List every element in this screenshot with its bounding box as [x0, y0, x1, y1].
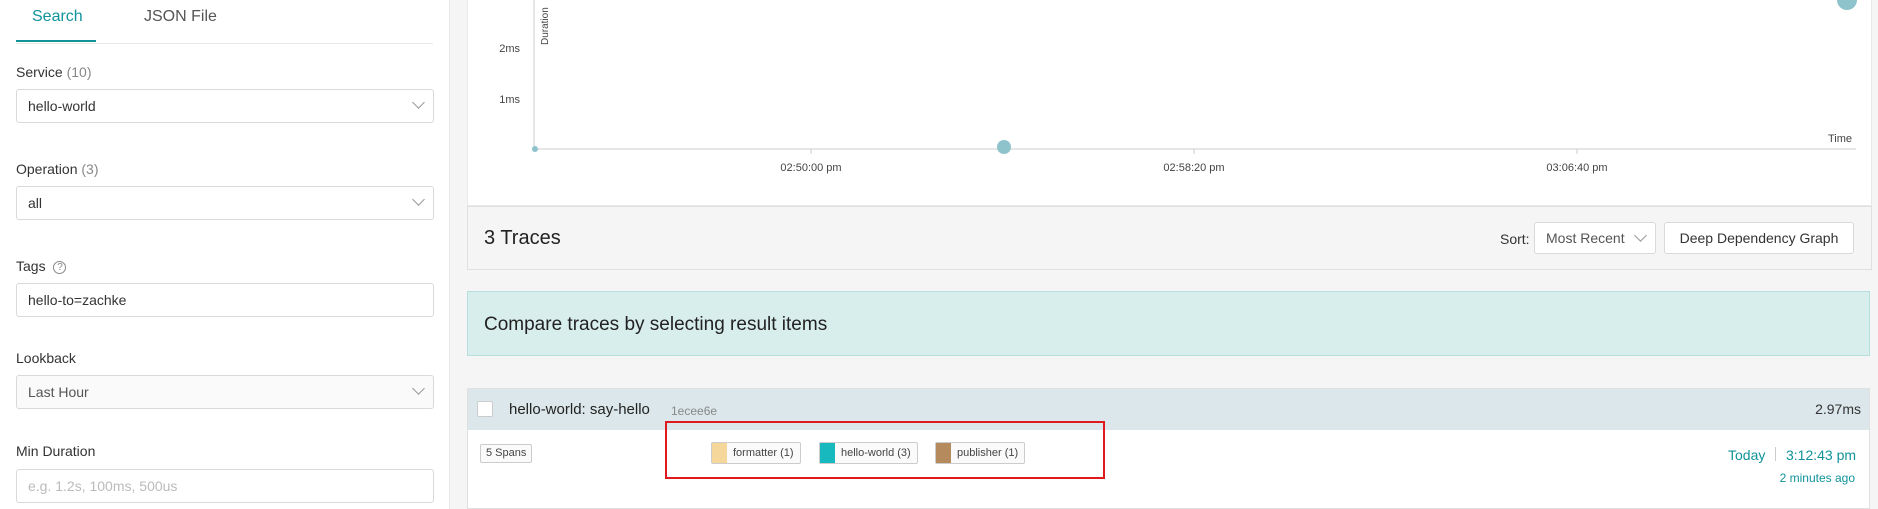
traces-count-title: 3 Traces — [484, 227, 561, 249]
service-label-text: Service — [16, 64, 63, 80]
y-tick-label: 2ms — [499, 43, 520, 55]
trace-scatter-plot: Duration Time 2ms 1ms 02:50:00 pm 02:58:… — [467, 0, 1872, 206]
trace-point[interactable] — [997, 140, 1011, 154]
search-sidebar: Search JSON File Service (10) hello-worl… — [0, 0, 450, 509]
lookback-value: Last Hour — [28, 384, 89, 400]
operation-label-text: Operation — [16, 161, 78, 177]
y-axis-label: Duration — [540, 7, 551, 45]
help-icon[interactable]: ? — [53, 260, 67, 274]
chevron-down-icon — [412, 96, 425, 109]
tags-input[interactable]: hello-to=zachke — [16, 283, 434, 317]
trace-point[interactable] — [532, 146, 538, 152]
sort-value: Most Recent — [1546, 230, 1625, 246]
sort-select[interactable]: Most Recent — [1534, 222, 1656, 254]
tags-label-text: Tags — [16, 258, 46, 274]
x-tick-label: 02:58:20 pm — [1163, 162, 1224, 174]
operation-label: Operation (3) — [16, 161, 99, 177]
trace-title[interactable]: hello-world: say-hello — [509, 401, 650, 418]
compare-banner: Compare traces by selecting result items — [467, 291, 1870, 356]
y-tick-label: 1ms — [499, 94, 520, 106]
chevron-down-icon — [412, 193, 425, 206]
operation-count: (3) — [81, 161, 99, 177]
service-count: (10) — [66, 64, 92, 80]
tags-label: Tags ? — [16, 258, 67, 274]
operation-select[interactable]: all — [16, 186, 434, 220]
active-tab-indicator — [16, 40, 96, 42]
spans-count-badge: 5 Spans — [480, 444, 533, 463]
tab-search[interactable]: Search — [32, 8, 83, 26]
min-duration-label: Min Duration — [16, 443, 96, 459]
tab-json-file[interactable]: JSON File — [144, 8, 217, 26]
x-tick-label: 03:06:40 pm — [1546, 162, 1607, 174]
trace-relative-time: 2 minutes ago — [1779, 471, 1855, 485]
trace-time: 3:12:43 pm — [1786, 447, 1857, 463]
x-axis-label: Time — [1828, 133, 1852, 145]
lookback-label: Lookback — [16, 350, 76, 366]
trace-duration: 2.97ms — [1815, 401, 1861, 417]
traces-header: 3 Traces Sort: Most Recent Deep Dependen… — [467, 206, 1872, 270]
trace-time-separator — [1775, 447, 1776, 461]
service-label: Service (10) — [16, 64, 91, 80]
scatter-svg: Duration Time 2ms 1ms 02:50:00 pm 02:58:… — [499, 0, 1857, 174]
operation-value: all — [28, 195, 43, 211]
trace-day: Today — [1728, 447, 1766, 463]
trace-select-checkbox[interactable] — [477, 401, 493, 417]
lookback-select[interactable]: Last Hour — [16, 375, 434, 409]
chevron-down-icon — [1634, 229, 1647, 242]
annotation-highlight-box — [665, 421, 1105, 479]
x-tick-label: 02:50:00 pm — [780, 162, 841, 174]
trace-result-item[interactable]: hello-world: say-hello 1ecee6e 2.97ms 5 … — [467, 388, 1870, 509]
compare-banner-text: Compare traces by selecting result items — [484, 314, 828, 335]
search-tabs: Search JSON File — [16, 0, 433, 44]
service-select[interactable]: hello-world — [16, 89, 434, 123]
min-duration-input[interactable]: e.g. 1.2s, 100ms, 500us — [16, 469, 434, 503]
service-value: hello-world — [28, 98, 96, 114]
chevron-down-icon — [412, 382, 425, 395]
trace-point[interactable] — [1837, 0, 1857, 10]
deep-dependency-graph-button[interactable]: Deep Dependency Graph — [1664, 222, 1854, 254]
sort-label: Sort: — [1500, 231, 1530, 247]
trace-id: 1ecee6e — [671, 404, 718, 418]
